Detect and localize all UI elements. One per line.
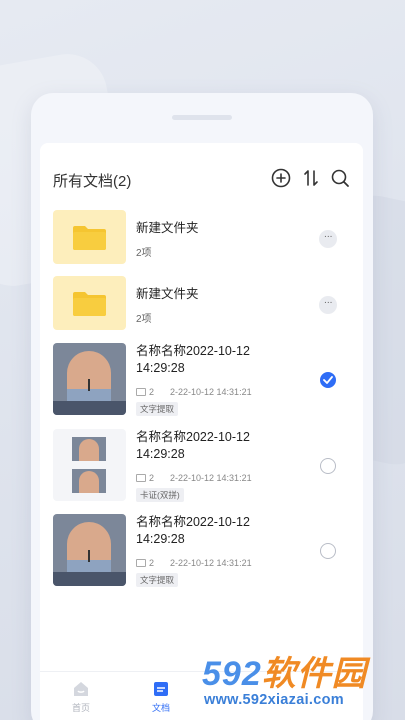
scene-image <box>53 343 126 415</box>
watermark-url: www.592xiazai.com <box>204 692 344 708</box>
app-screen: 所有文档(2) 新建文件夹 2项 ··· 新建文件夹 2项 ··· 名称名称20… <box>40 143 363 720</box>
document-icon <box>154 682 168 696</box>
item-meta: 2 2-22-10-12 14:31:21 <box>136 473 252 483</box>
select-checkbox[interactable] <box>320 458 336 474</box>
image-icon <box>136 388 146 396</box>
search-icon[interactable] <box>329 167 351 189</box>
home-icon <box>74 682 88 696</box>
folder-thumbnail <box>53 210 126 264</box>
nav-documents-label: 文档 <box>151 703 170 713</box>
scene-image <box>53 429 126 501</box>
more-options-button[interactable]: ··· <box>319 230 337 248</box>
item-tag: 文字提取 <box>136 573 179 587</box>
list-item[interactable]: 名称名称2022-10-12 14:29:28 2 2-22-10-12 14:… <box>40 343 363 425</box>
add-circle-icon[interactable] <box>270 167 292 189</box>
item-title: 名称名称2022-10-12 14:29:28 <box>136 515 250 546</box>
image-icon <box>136 474 146 482</box>
item-date: 2-22-10-12 14:31:21 <box>170 558 252 568</box>
watermark: 592软件园 www.592xiazai.com <box>196 646 405 720</box>
page-header: 所有文档(2) <box>40 143 363 199</box>
watermark-brand: 592软件园 <box>202 655 367 693</box>
image-icon <box>136 559 146 567</box>
list-item[interactable]: 名称名称2022-10-12 14:29:28 2 2-22-10-12 14:… <box>40 514 363 596</box>
select-checkbox[interactable] <box>320 543 336 559</box>
more-options-button[interactable]: ··· <box>319 296 337 314</box>
list-item[interactable]: 名称名称2022-10-12 14:29:28 2 2-22-10-12 14:… <box>40 429 363 511</box>
item-count: 2项 <box>136 314 152 325</box>
item-title: 名称名称2022-10-12 14:29:28 <box>136 430 250 461</box>
item-count: 2项 <box>136 248 152 259</box>
phone-speaker <box>172 115 232 120</box>
sort-icon[interactable] <box>300 167 322 189</box>
document-thumbnail <box>53 514 126 586</box>
page-title: 所有文档(2) <box>53 173 132 190</box>
nav-documents[interactable]: 文档 <box>136 680 186 714</box>
phone-frame: 所有文档(2) 新建文件夹 2项 ··· 新建文件夹 2项 ··· 名称名称20… <box>31 93 373 720</box>
nav-home-label: 首页 <box>71 703 90 713</box>
folder-thumbnail <box>53 276 126 330</box>
item-date: 2-22-10-12 14:31:21 <box>170 387 252 397</box>
page-count: 2 <box>149 558 155 568</box>
folder-icon <box>73 292 106 316</box>
item-title: 新建文件夹 <box>136 221 199 235</box>
item-title: 新建文件夹 <box>136 287 199 301</box>
nav-home[interactable]: 首页 <box>56 680 106 714</box>
item-meta: 2 2-22-10-12 14:31:21 <box>136 387 252 397</box>
item-date: 2-22-10-12 14:31:21 <box>170 473 252 483</box>
folder-icon <box>73 226 106 250</box>
item-title: 名称名称2022-10-12 14:29:28 <box>136 344 250 375</box>
page-count: 2 <box>149 387 155 397</box>
item-meta: 2 2-22-10-12 14:31:21 <box>136 558 252 568</box>
scene-image <box>53 514 126 586</box>
document-thumbnail <box>53 343 126 415</box>
select-checkbox[interactable] <box>320 372 336 388</box>
item-tag: 卡证(双拼) <box>136 488 184 502</box>
check-icon <box>323 376 333 384</box>
item-tag: 文字提取 <box>136 402 179 416</box>
document-thumbnail <box>53 429 126 501</box>
page-count: 2 <box>149 473 155 483</box>
